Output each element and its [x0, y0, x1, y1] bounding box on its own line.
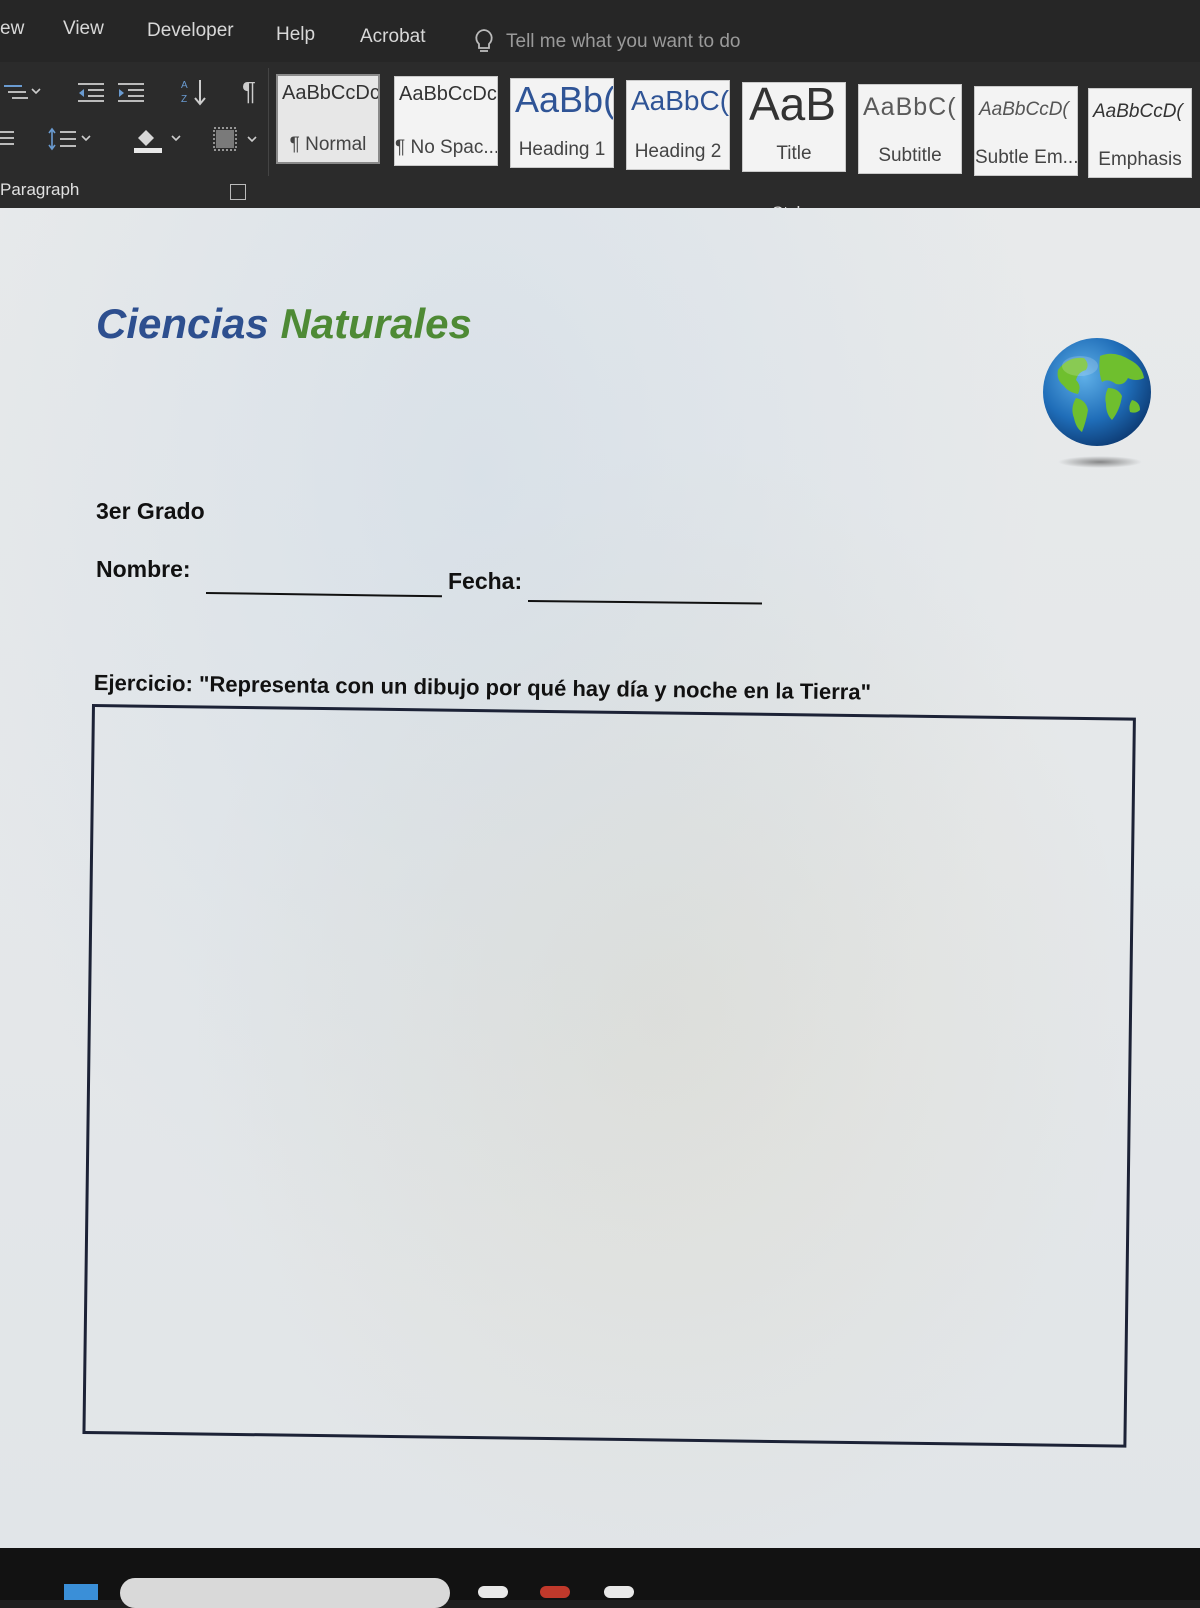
style-sample: AaB	[749, 82, 836, 130]
menu-view[interactable]: View	[63, 18, 104, 40]
ribbon-separator	[268, 68, 269, 176]
style-name: Subtle Em...	[975, 147, 1078, 168]
date-label: Fecha:	[448, 568, 523, 594]
borders-icon[interactable]	[212, 125, 262, 153]
increase-indent-icon[interactable]	[116, 81, 146, 103]
taskbar-app-icon[interactable]	[478, 1586, 508, 1598]
lightbulb-icon	[475, 29, 493, 52]
shading-icon[interactable]	[132, 124, 184, 154]
style-sample: AaBbCcD(	[1093, 101, 1183, 122]
ribbon: A Z ¶ Paragraph AaBbCcDc ¶ Normal AaBbCc…	[0, 62, 1200, 222]
globe-icon	[1043, 338, 1151, 468]
line-spacing-icon[interactable]	[48, 126, 94, 152]
drawing-box[interactable]	[82, 704, 1136, 1448]
decrease-indent-icon[interactable]	[76, 81, 106, 103]
sort-icon[interactable]: A Z	[180, 77, 208, 107]
date-field-line[interactable]	[527, 600, 762, 605]
taskbar-app-icon[interactable]	[604, 1586, 634, 1598]
start-button[interactable]	[64, 1584, 98, 1600]
style-no-spacing[interactable]: AaBbCcDc ¶ No Spac...	[394, 76, 498, 166]
style-title[interactable]: AaB Title	[742, 82, 846, 172]
style-name: Emphasis	[1098, 149, 1182, 170]
justify-icon[interactable]	[0, 128, 14, 150]
menu-acrobat[interactable]: Acrobat	[360, 26, 425, 48]
grade-label: 3er Grado	[96, 498, 205, 524]
style-subtle-emphasis[interactable]: AaBbCcD( Subtle Em...	[974, 86, 1078, 176]
style-sample: AaBb(	[515, 79, 614, 120]
style-subtitle[interactable]: AaBbC( Subtitle	[858, 84, 962, 174]
style-heading-2[interactable]: AaBbC( Heading 2	[626, 80, 730, 170]
tell-me-text: Tell me what you want to do	[506, 31, 741, 52]
paragraph-row-1: A Z ¶	[2, 76, 256, 107]
menu-bar: ew View Developer Help Acrobat Tell me w…	[0, 0, 1200, 62]
document-title: Ciencias Naturales	[96, 300, 472, 348]
exercise-prompt: Ejercicio: "Representa con un dibujo por…	[93, 670, 872, 705]
style-name: Title	[776, 143, 812, 164]
tell-me-search[interactable]: Tell me what you want to do	[474, 28, 740, 56]
style-name: Heading 1	[518, 139, 606, 160]
multilevel-list-icon[interactable]	[2, 81, 42, 103]
style-normal[interactable]: AaBbCcDc ¶ Normal	[276, 74, 380, 164]
name-field-line[interactable]	[205, 592, 442, 598]
document-page[interactable]: Ciencias Naturales 3er Grado Nombre: Fec…	[0, 208, 1200, 1548]
title-word-2: Naturales	[280, 300, 472, 347]
menu-developer[interactable]: Developer	[147, 20, 234, 42]
paragraph-group-label: Paragraph	[0, 180, 80, 199]
show-formatting-icon[interactable]: ¶	[242, 76, 256, 107]
taskbar-search[interactable]	[120, 1578, 450, 1608]
paragraph-row-2	[0, 124, 262, 154]
style-name: Subtitle	[878, 145, 942, 166]
style-sample: AaBbCcDc	[399, 83, 497, 105]
style-name: Heading 2	[634, 141, 722, 162]
title-word-1: Ciencias	[96, 300, 269, 347]
style-heading-1[interactable]: AaBb( Heading 1	[510, 78, 614, 168]
menu-help[interactable]: Help	[276, 24, 315, 46]
taskbar-app-icon[interactable]	[540, 1586, 570, 1598]
menu-review[interactable]: ew	[0, 18, 24, 40]
style-emphasis[interactable]: AaBbCcD( Emphasis	[1088, 88, 1192, 178]
style-sample: AaBbCcDc	[282, 82, 380, 104]
svg-text:Z: Z	[181, 94, 187, 105]
style-sample: AaBbCcD(	[979, 99, 1069, 120]
style-sample: AaBbC(	[863, 93, 957, 121]
style-name: ¶ No Spac...	[395, 137, 498, 158]
style-name: ¶ Normal	[289, 134, 367, 155]
taskbar	[0, 1548, 1200, 1608]
name-label: Nombre:	[96, 556, 191, 582]
svg-text:A: A	[181, 80, 188, 91]
style-sample: AaBbC(	[631, 85, 730, 116]
styles-gallery: AaBbCcDc ¶ Normal AaBbCcDc ¶ No Spac... …	[276, 74, 1200, 186]
paragraph-dialog-launcher[interactable]	[230, 184, 246, 200]
